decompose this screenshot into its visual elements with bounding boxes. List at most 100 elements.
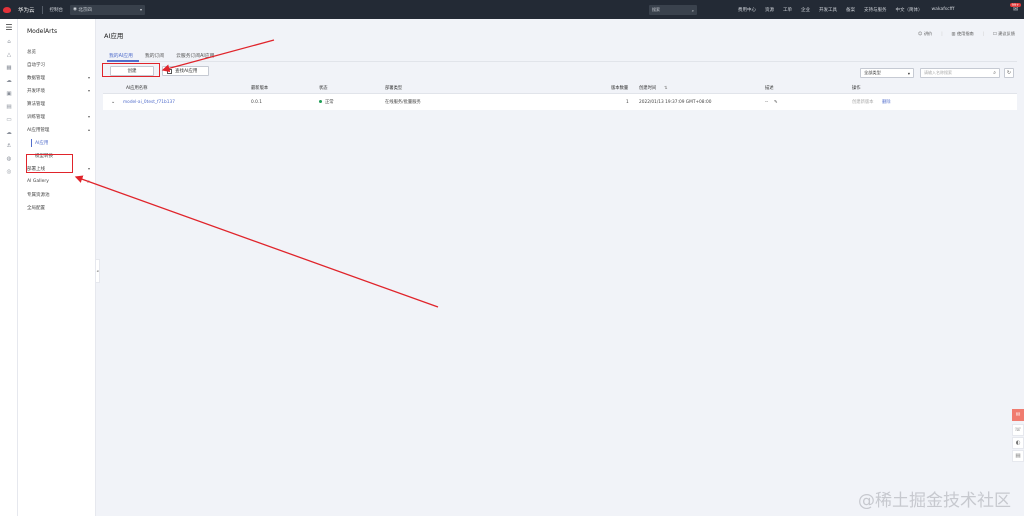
sidebar-item-label: 专属资源池 <box>27 192 50 198</box>
page-title: AI应用 <box>104 32 124 40</box>
divider: | <box>982 31 985 36</box>
sidebar-item-algorithm[interactable]: 算法管理 <box>18 97 95 110</box>
sidebar-subitem-ai-app[interactable]: AI应用 <box>18 136 95 149</box>
search-icon: ⌕ <box>691 7 694 13</box>
sidebar-item-overview[interactable]: 总览 <box>18 45 95 58</box>
top-nav: 费用中心 资源 工单 企业 开发工具 备案 支持与服务 中文（简体） wakaf… <box>738 0 954 19</box>
global-search-input[interactable]: 搜索 ⌕ <box>649 5 697 15</box>
search-input[interactable]: 请输入名称搜索 ⌕ <box>920 68 1000 78</box>
menu-icon[interactable]: ☰ <box>0 19 18 35</box>
feedback-link[interactable]: ☐ 建议反馈 <box>993 31 1015 37</box>
sidebar-item-label: 算法管理 <box>27 101 45 107</box>
huawei-logo[interactable] <box>0 0 14 19</box>
sidebar-item-label: AI Gallery <box>27 179 49 184</box>
anchor-icon[interactable]: ⚓ <box>0 139 18 152</box>
delete-link[interactable]: 删除 <box>882 99 891 105</box>
feedback-icon[interactable]: ◐ <box>1012 437 1024 449</box>
globe-icon[interactable]: ◍ <box>0 152 18 165</box>
chevron-down-icon: ▾ <box>87 166 90 171</box>
header-links: ☺ 讲价 | ▥ 使用指南 | ☐ 建议反馈 <box>918 31 1015 37</box>
server-icon[interactable]: ▭ <box>0 113 18 126</box>
help-link[interactable]: ☺ 讲价 <box>918 31 932 37</box>
sidebar-item-label: 数据管理 <box>27 75 45 81</box>
topnav-item[interactable]: 费用中心 <box>738 7 756 13</box>
topnav-item[interactable]: 资源 <box>765 7 774 13</box>
chevron-down-icon: ▾ <box>87 114 90 119</box>
column-header: 版本数量 <box>611 86 629 91</box>
chevron-down-icon: ▾ <box>907 70 910 76</box>
column-header: 状态 <box>319 86 328 91</box>
column-header: 描述 <box>765 86 774 91</box>
column-header[interactable]: 创建时间 <box>639 85 656 91</box>
topnav-item[interactable]: 备案 <box>846 7 855 13</box>
sidebar-item-label: 总览 <box>27 49 36 55</box>
sidebar-item-auto-learning[interactable]: 自动学习 <box>18 58 95 71</box>
topnav-item[interactable]: 工单 <box>783 7 792 13</box>
survey-icon[interactable]: ▤ <box>1012 450 1024 462</box>
console-link[interactable]: 控制台 <box>50 7 64 13</box>
column-header: 最新版本 <box>251 86 269 91</box>
ai-app-name-link[interactable]: model-ai_0test_f71b137 <box>123 100 175 105</box>
cloud-outline-icon[interactable]: ☁ <box>0 126 18 139</box>
dashboard-icon[interactable]: ▦ <box>0 61 18 74</box>
huawei-logo-mark <box>3 6 11 13</box>
global-search-placeholder: 搜索 <box>652 7 660 12</box>
topnav-item[interactable]: 支持与服务 <box>864 7 887 13</box>
home-icon[interactable]: ⌂ <box>0 35 18 48</box>
sidebar-item-label: 全局配置 <box>27 205 45 211</box>
guide-link[interactable]: ▥ 使用指南 <box>952 31 974 37</box>
type-filter-select[interactable]: 全部类型 ▾ <box>860 68 914 78</box>
find-ai-app-checkbox[interactable]: 查找AI应用 <box>162 66 209 76</box>
message-icon[interactable]: ✉ <box>1013 6 1018 13</box>
highlight-create-button <box>102 63 160 77</box>
refresh-button[interactable]: ↻ <box>1004 68 1014 78</box>
cloud-icon[interactable]: ☁ <box>0 74 18 87</box>
user-account[interactable]: wakafscfff <box>932 7 955 12</box>
expand-row-icon[interactable]: ⌄ <box>111 99 115 105</box>
region-select[interactable]: ◉ 北京四 ▾ <box>70 4 146 15</box>
box-icon[interactable]: ▣ <box>0 87 18 100</box>
feedback-label: 建议反馈 <box>998 31 1015 36</box>
region-value: 北京四 <box>78 7 92 13</box>
top-bar: 华为云 控制台 ◉ 北京四 ▾ 搜索 ⌕ 费用中心 资源 工单 企业 开发工具 … <box>0 0 1024 19</box>
doc-icon[interactable]: ▤ <box>0 100 18 113</box>
sidebar-item-training[interactable]: 训练管理 ▾ <box>18 110 95 123</box>
divider: | <box>941 31 943 36</box>
sidebar-item-ai-app-management[interactable]: AI应用管理 ▴ <box>18 123 95 136</box>
search-icon: ⌕ <box>993 70 996 76</box>
message-badge: 99+ <box>1009 3 1021 7</box>
sidebar-item-data-management[interactable]: 数据管理 ▾ <box>18 71 95 84</box>
circle-icon[interactable]: ◎ <box>0 165 18 178</box>
customer-service-icon[interactable]: ✉ <box>1012 409 1024 421</box>
sidebar-item-label: 开发环境 <box>27 88 45 94</box>
alert-icon[interactable]: △ <box>0 48 18 61</box>
tab-underline-track <box>107 60 1017 62</box>
chevron-down-icon: ▾ <box>140 7 143 12</box>
tab-my-subscriptions[interactable]: 我的订阅 <box>145 52 164 59</box>
version-count: 1 <box>626 99 629 105</box>
checkbox-label: 查找AI应用 <box>175 69 198 74</box>
status-text: 正常 <box>325 100 334 105</box>
sidebar-item-resource-pool[interactable]: 专属资源池 <box>18 188 95 201</box>
topnav-item[interactable]: 开发工具 <box>819 7 837 13</box>
tab-my-ai-apps[interactable]: 我的AI应用 <box>109 52 133 59</box>
sidebar-item-ai-gallery[interactable]: AI Gallery ⇗ <box>18 175 95 188</box>
language-select[interactable]: 中文（简体） <box>896 7 923 13</box>
create-version-link[interactable]: 创建新版本 <box>852 99 873 105</box>
topnav-item[interactable]: 企业 <box>801 7 810 13</box>
edit-icon[interactable]: ✎ <box>774 100 778 105</box>
chat-icon[interactable]: ☏ <box>1012 424 1024 436</box>
sort-icon[interactable]: ⇅ <box>664 86 668 91</box>
refresh-icon: ↻ <box>1006 70 1012 76</box>
status-badge: 正常 <box>319 99 334 105</box>
tab-cloud-subscriptions[interactable]: 云服务订阅AI应用 <box>176 52 214 59</box>
checkbox-box <box>167 68 172 74</box>
tab-bar: 我的AI应用 我的订阅 云服务订阅AI应用 <box>109 52 214 59</box>
sidebar-item-dev-env[interactable]: 开发环境 ▾ <box>18 84 95 97</box>
column-header: 部署类型 <box>385 86 403 91</box>
brand-name[interactable]: 华为云 <box>18 6 35 14</box>
sidebar-item-global-config[interactable]: 全局配置 <box>18 201 95 214</box>
tab-active-indicator <box>107 60 139 62</box>
sidebar-item-label: AI应用管理 <box>27 127 50 133</box>
chevron-up-icon: ▴ <box>87 127 90 132</box>
